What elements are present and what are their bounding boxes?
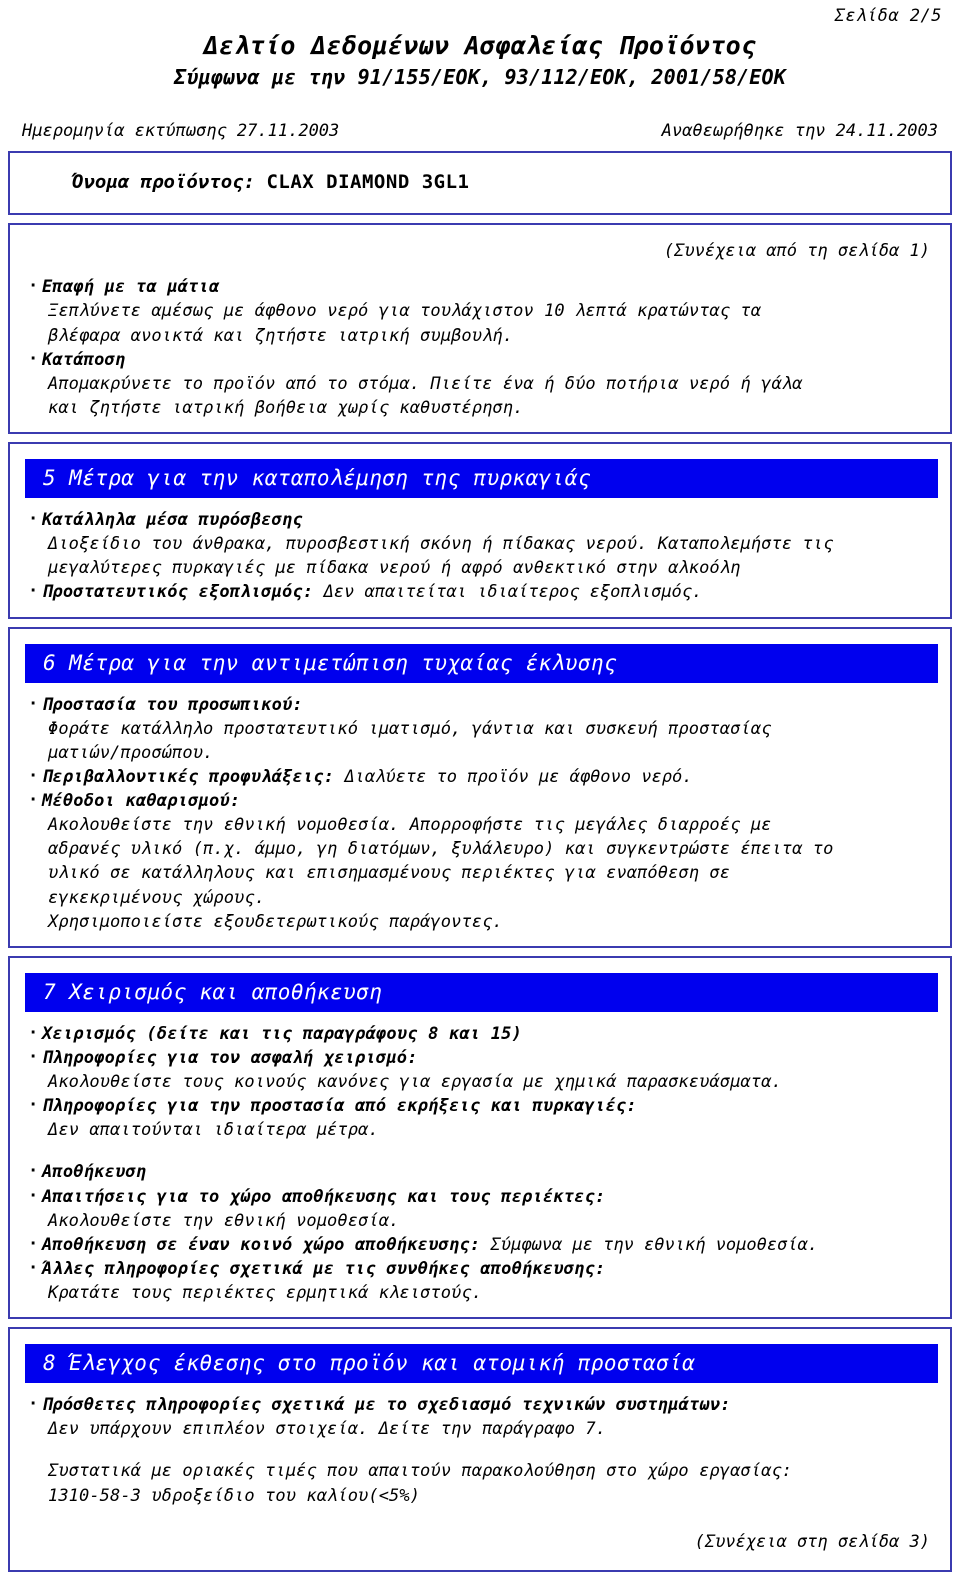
occupational-limits-text: Συστατικά με οριακές τιμές που απαιτούν … <box>48 1461 793 1482</box>
storage-spacer <box>26 1142 934 1160</box>
occupational-limits-value: 1310-58-3 υδροξείδιο του καλίου(<5%) <box>48 1485 421 1506</box>
section-7-content: Χειρισμός (δείτε και τις παραγράφους 8 κ… <box>10 1018 950 1307</box>
section-6-header: 6 Μέτρα για την αντιμετώπιση τυχαίας έκλ… <box>25 643 938 683</box>
continued-from-note: (Συνέχεια από τη σελίδα 1) <box>663 241 930 262</box>
continued-to-note: (Συνέχεια στη σελίδα 3) <box>694 1531 930 1552</box>
cleanup-methods-text-1: Ακολουθείστε την εθνική νομοθεσία. Απορρ… <box>48 815 772 836</box>
storage-requirements-heading-line: Απαιτήσεις για το χώρο αποθήκευσης και τ… <box>26 1183 934 1209</box>
first-aid-box: (Συνέχεια από τη σελίδα 1) Επαφή με τα μ… <box>8 223 952 434</box>
explosion-protection-heading-line: Πληροφορίες για την προστασία από εκρήξε… <box>26 1093 934 1118</box>
eye-contact-text-1: Ξεπλύνετε αμέσως με άφθονο νερό για τουλ… <box>48 301 762 322</box>
cleanup-methods-text-2: αδρανές υλικό (π.χ. άμμο, γη διατόμων, ξ… <box>48 839 834 860</box>
extinguishing-media-heading-line: Κατάλληλα μέσα πυρόσβεσης <box>26 507 934 532</box>
first-aid-content: Επαφή με τα μάτια Ξεπλύνετε αμέσως με άφ… <box>10 271 950 422</box>
document-page: Σελίδα 2/5 Δελτίο Δεδομένων Ασφαλείας Πρ… <box>0 0 960 1572</box>
section-7-box: 7 Χειρισμός και αποθήκευση Χειρισμός (δε… <box>8 955 952 1320</box>
ingestion-heading-line: Κατάποση <box>26 347 934 372</box>
limits-spacer <box>26 1441 934 1459</box>
handling-heading: Χειρισμός (δείτε και τις παραγράφους 8 κ… <box>42 1023 523 1044</box>
storage-heading-line: Αποθήκευση <box>26 1159 934 1184</box>
protective-equipment-text: Δεν απαιτείται ιδιαίτερος εξοπλισμός. <box>323 582 703 603</box>
eye-contact-text-2: βλέφαρα ανοικτά και ζητήστε ιατρική συμβ… <box>48 325 514 346</box>
section-5-content: Κατάλληλα μέσα πυρόσβεσης Διοξείδιο του … <box>10 504 950 607</box>
personal-protection-text-1: Φοράτε κατάλληλο προστατευτικό ιματισμό,… <box>48 718 772 739</box>
technical-systems-heading: Πρόσθετες πληροφορίες σχετικά με το σχεδ… <box>42 1395 731 1416</box>
common-storage-line: Αποθήκευση σε έναν κοινό χώρο αποθήκευση… <box>26 1232 934 1257</box>
section-8-box: 8 Έλεγχος έκθεσης στο προϊόν και ατομική… <box>8 1327 952 1572</box>
ingestion-text-2: και ζητήστε ιατρική βοήθεια χωρίς καθυστ… <box>48 397 524 418</box>
common-storage-text: Σύμφωνα με την εθνική νομοθεσία. <box>490 1234 819 1255</box>
explosion-protection-text: Δεν απαιτούνται ιδιαίτερα μέτρα. <box>48 1120 379 1141</box>
protective-equipment-heading: Προστατευτικός εξοπλισμός: <box>42 582 314 603</box>
personal-protection-heading-line: Προστασία του προσωπικού: <box>26 691 934 717</box>
revision-date: Αναθεωρήθηκε την 24.11.2003 <box>661 121 938 142</box>
storage-requirements-text: Ακολουθείστε την εθνική νομοθεσία. <box>48 1210 400 1231</box>
safe-handling-heading-line: Πληροφορίες για τον ασφαλή χειρισμό: <box>26 1045 934 1070</box>
safe-handling-text: Ακολουθείστε τους κοινούς κανόνες για ερ… <box>48 1072 782 1092</box>
extinguishing-media-heading: Κατάλληλα μέσα πυρόσβεσης <box>42 510 303 530</box>
ingestion-text-1: Απομακρύνετε το προϊόν από το στόμα. Πιε… <box>48 373 803 394</box>
section-7-header: 7 Χειρισμός και αποθήκευση <box>25 972 938 1012</box>
product-name-value: CLAX DIAMOND 3GL1 <box>266 171 470 194</box>
section-5-header: 5 Μέτρα για την καταπολέμηση της πυρκαγι… <box>25 459 938 498</box>
product-name-label: Όνομα προϊόντος: <box>72 171 256 194</box>
other-storage-text: Κρατάτε τους περιέκτες ερμητικά κλειστού… <box>48 1283 483 1303</box>
eye-contact-heading-line: Επαφή με τα μάτια <box>26 274 934 299</box>
section-5-box: 5 Μέτρα για την καταπολέμηση της πυρκαγι… <box>8 442 952 619</box>
personal-protection-text-2: ματιών/προσώπου. <box>48 742 214 763</box>
section-6-box: 6 Μέτρα για την αντιμετώπιση τυχαίας έκλ… <box>8 626 952 948</box>
document-subtitle: Σύμφωνα με την 91/155/ΕΟΚ, 93/112/ΕΟΚ, 2… <box>173 65 787 90</box>
explosion-protection-heading: Πληροφορίες για την προστασία από εκρήξε… <box>42 1096 637 1117</box>
section-8-header: 8 Έλεγχος έκθεσης στο προϊόν και ατομική… <box>25 1344 938 1384</box>
cleanup-methods-text-3: υλικό σε κατάλληλους και επισημασμένους … <box>48 863 731 884</box>
other-storage-heading: Άλλες πληροφορίες σχετικά με τις συνθήκε… <box>42 1258 606 1279</box>
personal-protection-heading: Προστασία του προσωπικού: <box>42 694 303 715</box>
product-name-box: Όνομα προϊόντος: CLAX DIAMOND 3GL1 <box>8 151 952 216</box>
other-storage-heading-line: Άλλες πληροφορίες σχετικά με τις συνθήκε… <box>26 1256 934 1281</box>
cleanup-methods-heading-line: Μέθοδοι καθαρισμού: <box>26 788 934 813</box>
common-storage-heading: Αποθήκευση σε έναν κοινό χώρο αποθήκευση… <box>42 1234 481 1255</box>
protective-equipment-line: Προστατευτικός εξοπλισμός: Δεν απαιτείτα… <box>26 579 934 604</box>
cleanup-methods-heading: Μέθοδοι καθαρισμού: <box>42 791 241 811</box>
safe-handling-heading: Πληροφορίες για τον ασφαλή χειρισμό: <box>42 1047 418 1068</box>
technical-systems-heading-line: Πρόσθετες πληροφορίες σχετικά με το σχεδ… <box>26 1392 934 1417</box>
technical-systems-text: Δεν υπάρχουν επιπλέον στοιχεία. Δείτε τη… <box>48 1419 607 1440</box>
cleanup-methods-text-4: εγκεκριμένους χώρους. <box>48 887 266 908</box>
extinguishing-media-text-1: Διοξείδιο του άνθρακα, πυροσβεστική σκόν… <box>48 534 834 555</box>
product-name-line: Όνομα προϊόντος: CLAX DIAMOND 3GL1 <box>10 163 950 203</box>
eye-contact-heading: Επαφή με τα μάτια <box>42 277 220 298</box>
environmental-precautions-text: Διαλύετε το προϊόν με άφθονο νερό. <box>344 766 693 787</box>
document-title: Δελτίο Δεδομένων Ασφαλείας Προϊόντος <box>203 31 757 60</box>
environmental-precautions-heading: Περιβαλλοντικές προφυλάξεις: <box>42 766 335 787</box>
environmental-precautions-line: Περιβαλλοντικές προφυλάξεις: Διαλύετε το… <box>26 764 934 789</box>
cleanup-methods-text-5: Χρησιμοποιείστε εξουδετερωτικούς παράγον… <box>48 911 503 932</box>
date-row: Ημερομηνία εκτύπωσης 27.11.2003 Αναθεωρή… <box>0 89 960 141</box>
storage-heading: Αποθήκευση <box>42 1162 147 1183</box>
extinguishing-media-text-2: μεγαλύτερες πυρκαγιές με πίδακα νερού ή … <box>48 558 741 579</box>
handling-heading-line: Χειρισμός (δείτε και τις παραγράφους 8 κ… <box>26 1021 934 1046</box>
print-date: Ημερομηνία εκτύπωσης 27.11.2003 <box>22 121 340 142</box>
section-8-content: Πρόσθετες πληροφορίες σχετικά με το σχεδ… <box>10 1389 950 1510</box>
ingestion-heading: Κατάποση <box>42 349 126 370</box>
section-6-content: Προστασία του προσωπικού: Φοράτε κατάλλη… <box>10 689 950 936</box>
page-number: Σελίδα 2/5 <box>834 6 942 26</box>
storage-requirements-heading: Απαιτήσεις για το χώρο αποθήκευσης και τ… <box>42 1186 606 1207</box>
